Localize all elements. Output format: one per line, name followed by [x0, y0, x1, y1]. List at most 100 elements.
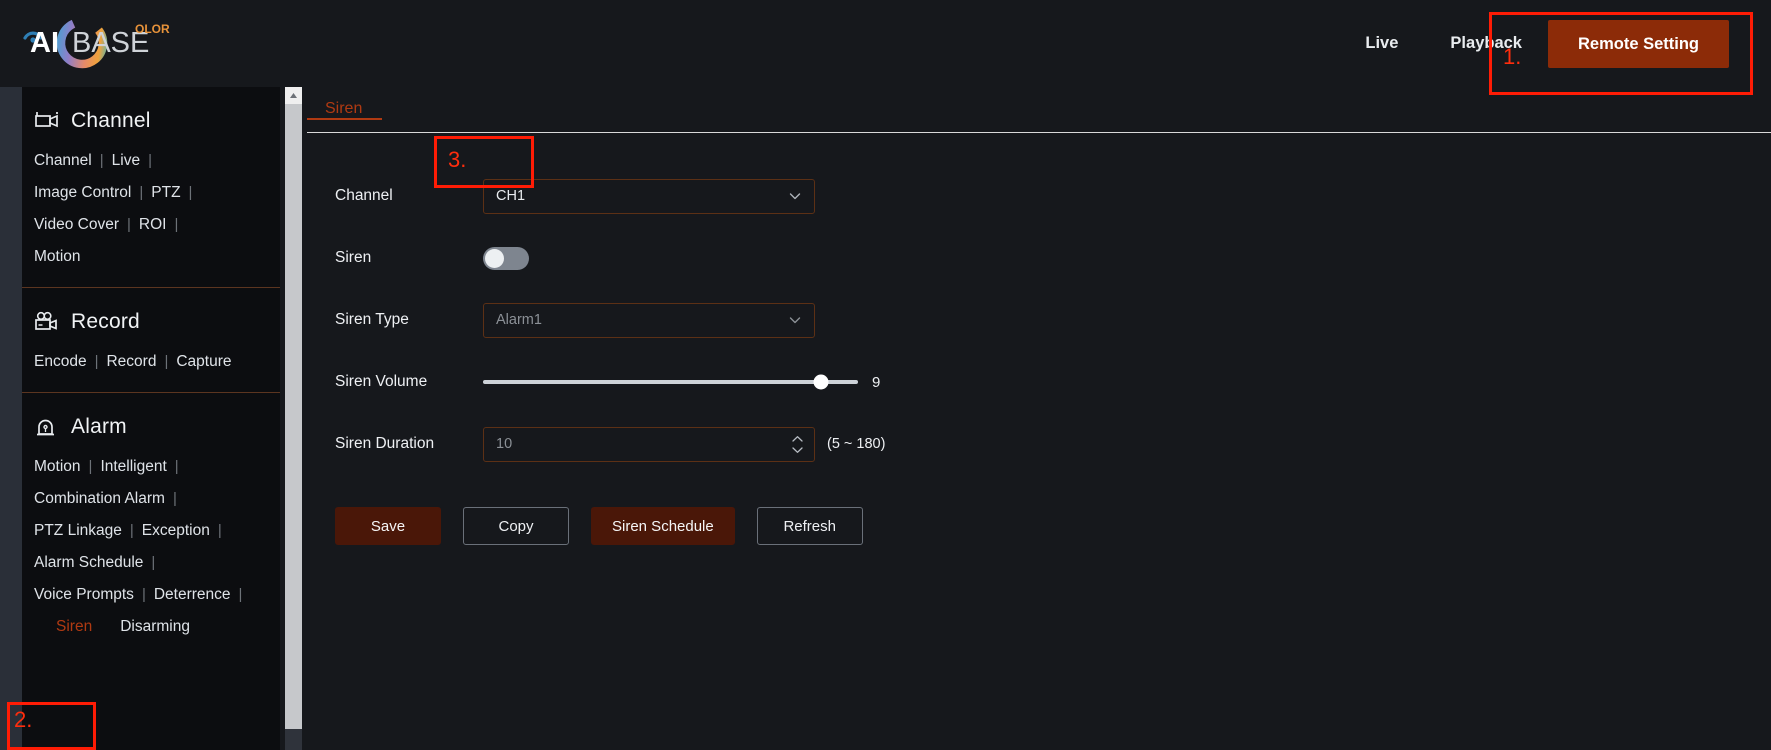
sidebar-item-disarming[interactable]: Disarming — [120, 611, 190, 643]
separator: | — [141, 586, 146, 603]
main-nav: Live Playback Remote Setting — [1339, 0, 1729, 87]
sidebar-item-intelligent[interactable]: Intelligent — [100, 451, 166, 483]
form-row-siren: Siren — [307, 227, 1771, 289]
sidebar-link-row: Voice Prompts | Deterrence | — [34, 579, 280, 611]
stepper-arrows[interactable] — [791, 435, 804, 454]
nav-item-playback[interactable]: Playback — [1424, 0, 1548, 87]
content-scrollbar[interactable] — [285, 87, 302, 750]
action-buttons: Save Copy Siren Schedule Refresh — [307, 475, 1771, 545]
siren-type-field: Alarm1 — [483, 302, 815, 338]
refresh-button[interactable]: Refresh — [756, 507, 863, 545]
separator: | — [172, 490, 177, 507]
separator: | — [174, 458, 179, 475]
body-area: Channel Channel | Live | Image Control |… — [0, 87, 1771, 750]
sidebar-link-row: PTZ Linkage | Exception | — [34, 515, 280, 547]
nav-item-live[interactable]: Live — [1339, 0, 1424, 87]
siren-duration-stepper[interactable]: 10 — [483, 426, 815, 462]
sidebar-links: Channel | Live | Image Control | PTZ | V… — [22, 145, 280, 273]
remote-setting-page: AI BASE OLOR Live Playback Remote Settin… — [0, 0, 1771, 750]
sidebar-item-channel[interactable]: Channel — [34, 145, 92, 177]
chevron-down-icon — [789, 193, 801, 200]
siren-duration-label: Siren Duration — [335, 435, 435, 452]
scroll-up-arrow-icon[interactable] — [285, 87, 302, 104]
sidebar-group-channel: Channel Channel | Live | Image Control |… — [22, 87, 280, 287]
channel-select[interactable]: CH1 — [483, 178, 815, 214]
sidebar-group-title: Channel — [71, 109, 151, 132]
sidebar-item-image-control[interactable]: Image Control — [34, 177, 131, 209]
nav-item-remote-setting[interactable]: Remote Setting — [1547, 19, 1729, 68]
copy-button[interactable]: Copy — [463, 507, 569, 545]
video-camera-icon — [35, 311, 57, 330]
separator: | — [217, 522, 222, 539]
camera-icon — [35, 112, 58, 128]
siren-duration-field: 10 (5 ~ 180) — [483, 426, 886, 462]
sidebar-item-record[interactable]: Record — [106, 346, 156, 378]
form-row-channel: Channel CH1 — [307, 165, 1771, 227]
sidebar-link-row: Motion — [34, 241, 280, 273]
separator: | — [188, 184, 193, 201]
siren-toggle[interactable] — [483, 246, 529, 270]
chevron-down-icon[interactable] — [791, 446, 804, 454]
sidebar-group-title: Record — [71, 310, 140, 333]
tab-siren[interactable]: Siren — [307, 87, 383, 120]
sidebar-group-header: Alarm — [22, 393, 280, 451]
separator: | — [164, 353, 169, 370]
sidebar-item-capture[interactable]: Capture — [176, 346, 231, 378]
form-row-siren-type: Siren Type Alarm1 — [307, 289, 1771, 351]
channel-label: Channel — [335, 187, 393, 204]
sidebar-item-exception[interactable]: Exception — [142, 515, 210, 547]
channel-select-value: CH1 — [496, 188, 526, 204]
siren-volume-slider[interactable] — [483, 374, 858, 390]
sidebar-link-row: Video Cover | ROI | — [34, 209, 280, 241]
siren-type-select[interactable]: Alarm1 — [483, 302, 815, 338]
sidebar-item-live[interactable]: Live — [112, 145, 140, 177]
siren-settings-form: Channel CH1 Siren Siren Type Alarm1 Sire… — [307, 133, 1771, 545]
siren-duration-hint: (5 ~ 180) — [827, 436, 886, 452]
siren-type-label: Siren Type — [335, 311, 409, 328]
sidebar-item-video-cover[interactable]: Video Cover — [34, 209, 119, 241]
sidebar-item-combination-alarm[interactable]: Combination Alarm — [34, 483, 165, 515]
app-header: AI BASE OLOR Live Playback Remote Settin… — [0, 0, 1771, 87]
sidebar: Channel Channel | Live | Image Control |… — [22, 87, 280, 750]
sidebar-group-header: Channel — [22, 87, 280, 145]
separator: | — [99, 152, 104, 169]
separator: | — [151, 554, 156, 571]
separator: | — [88, 458, 93, 475]
separator: | — [94, 353, 99, 370]
sidebar-item-motion[interactable]: Motion — [34, 241, 81, 273]
sidebar-item-ptz-linkage[interactable]: PTZ Linkage — [34, 515, 122, 547]
separator: | — [127, 216, 131, 233]
sidebar-item-alarm-schedule[interactable]: Alarm Schedule — [34, 547, 143, 579]
channel-field: CH1 — [483, 178, 815, 214]
sidebar-link-row: Motion | Intelligent | — [34, 451, 280, 483]
siren-field — [483, 246, 529, 270]
sidebar-item-alarm-motion[interactable]: Motion — [34, 451, 81, 483]
separator: | — [148, 152, 152, 169]
siren-volume-value: 9 — [872, 373, 881, 391]
scrollbar-thumb[interactable] — [285, 104, 302, 729]
sidebar-group-alarm: Alarm Motion | Intelligent | Combination… — [22, 392, 280, 657]
separator: | — [139, 184, 144, 201]
siren-schedule-button[interactable]: Siren Schedule — [591, 507, 735, 545]
chevron-up-icon[interactable] — [791, 435, 804, 443]
sidebar-link-row: Channel | Live | — [34, 145, 280, 177]
sidebar-item-siren[interactable]: Siren — [56, 611, 92, 643]
sidebar-link-row: Siren Disarming — [34, 611, 280, 643]
siren-volume-label: Siren Volume — [335, 373, 428, 390]
svg-text:OLOR: OLOR — [135, 22, 170, 36]
separator: | — [174, 216, 179, 233]
sidebar-item-voice-prompts[interactable]: Voice Prompts — [34, 579, 134, 611]
sidebar-item-encode[interactable]: Encode — [34, 346, 87, 378]
siren-duration-value: 10 — [496, 436, 513, 452]
sidebar-item-ptz[interactable]: PTZ — [151, 177, 180, 209]
slider-thumb[interactable] — [813, 374, 828, 390]
form-row-siren-volume: Siren Volume 9 — [307, 351, 1771, 413]
save-button[interactable]: Save — [335, 507, 441, 545]
sidebar-group-record: Record Encode | Record | Capture — [22, 287, 280, 392]
svg-text:AI: AI — [30, 27, 59, 59]
sidebar-group-title: Alarm — [71, 415, 127, 438]
sidebar-item-roi[interactable]: ROI — [139, 209, 167, 241]
sidebar-link-row: Alarm Schedule | — [34, 547, 280, 579]
separator: | — [129, 522, 134, 539]
sidebar-item-deterrence[interactable]: Deterrence — [154, 579, 231, 611]
